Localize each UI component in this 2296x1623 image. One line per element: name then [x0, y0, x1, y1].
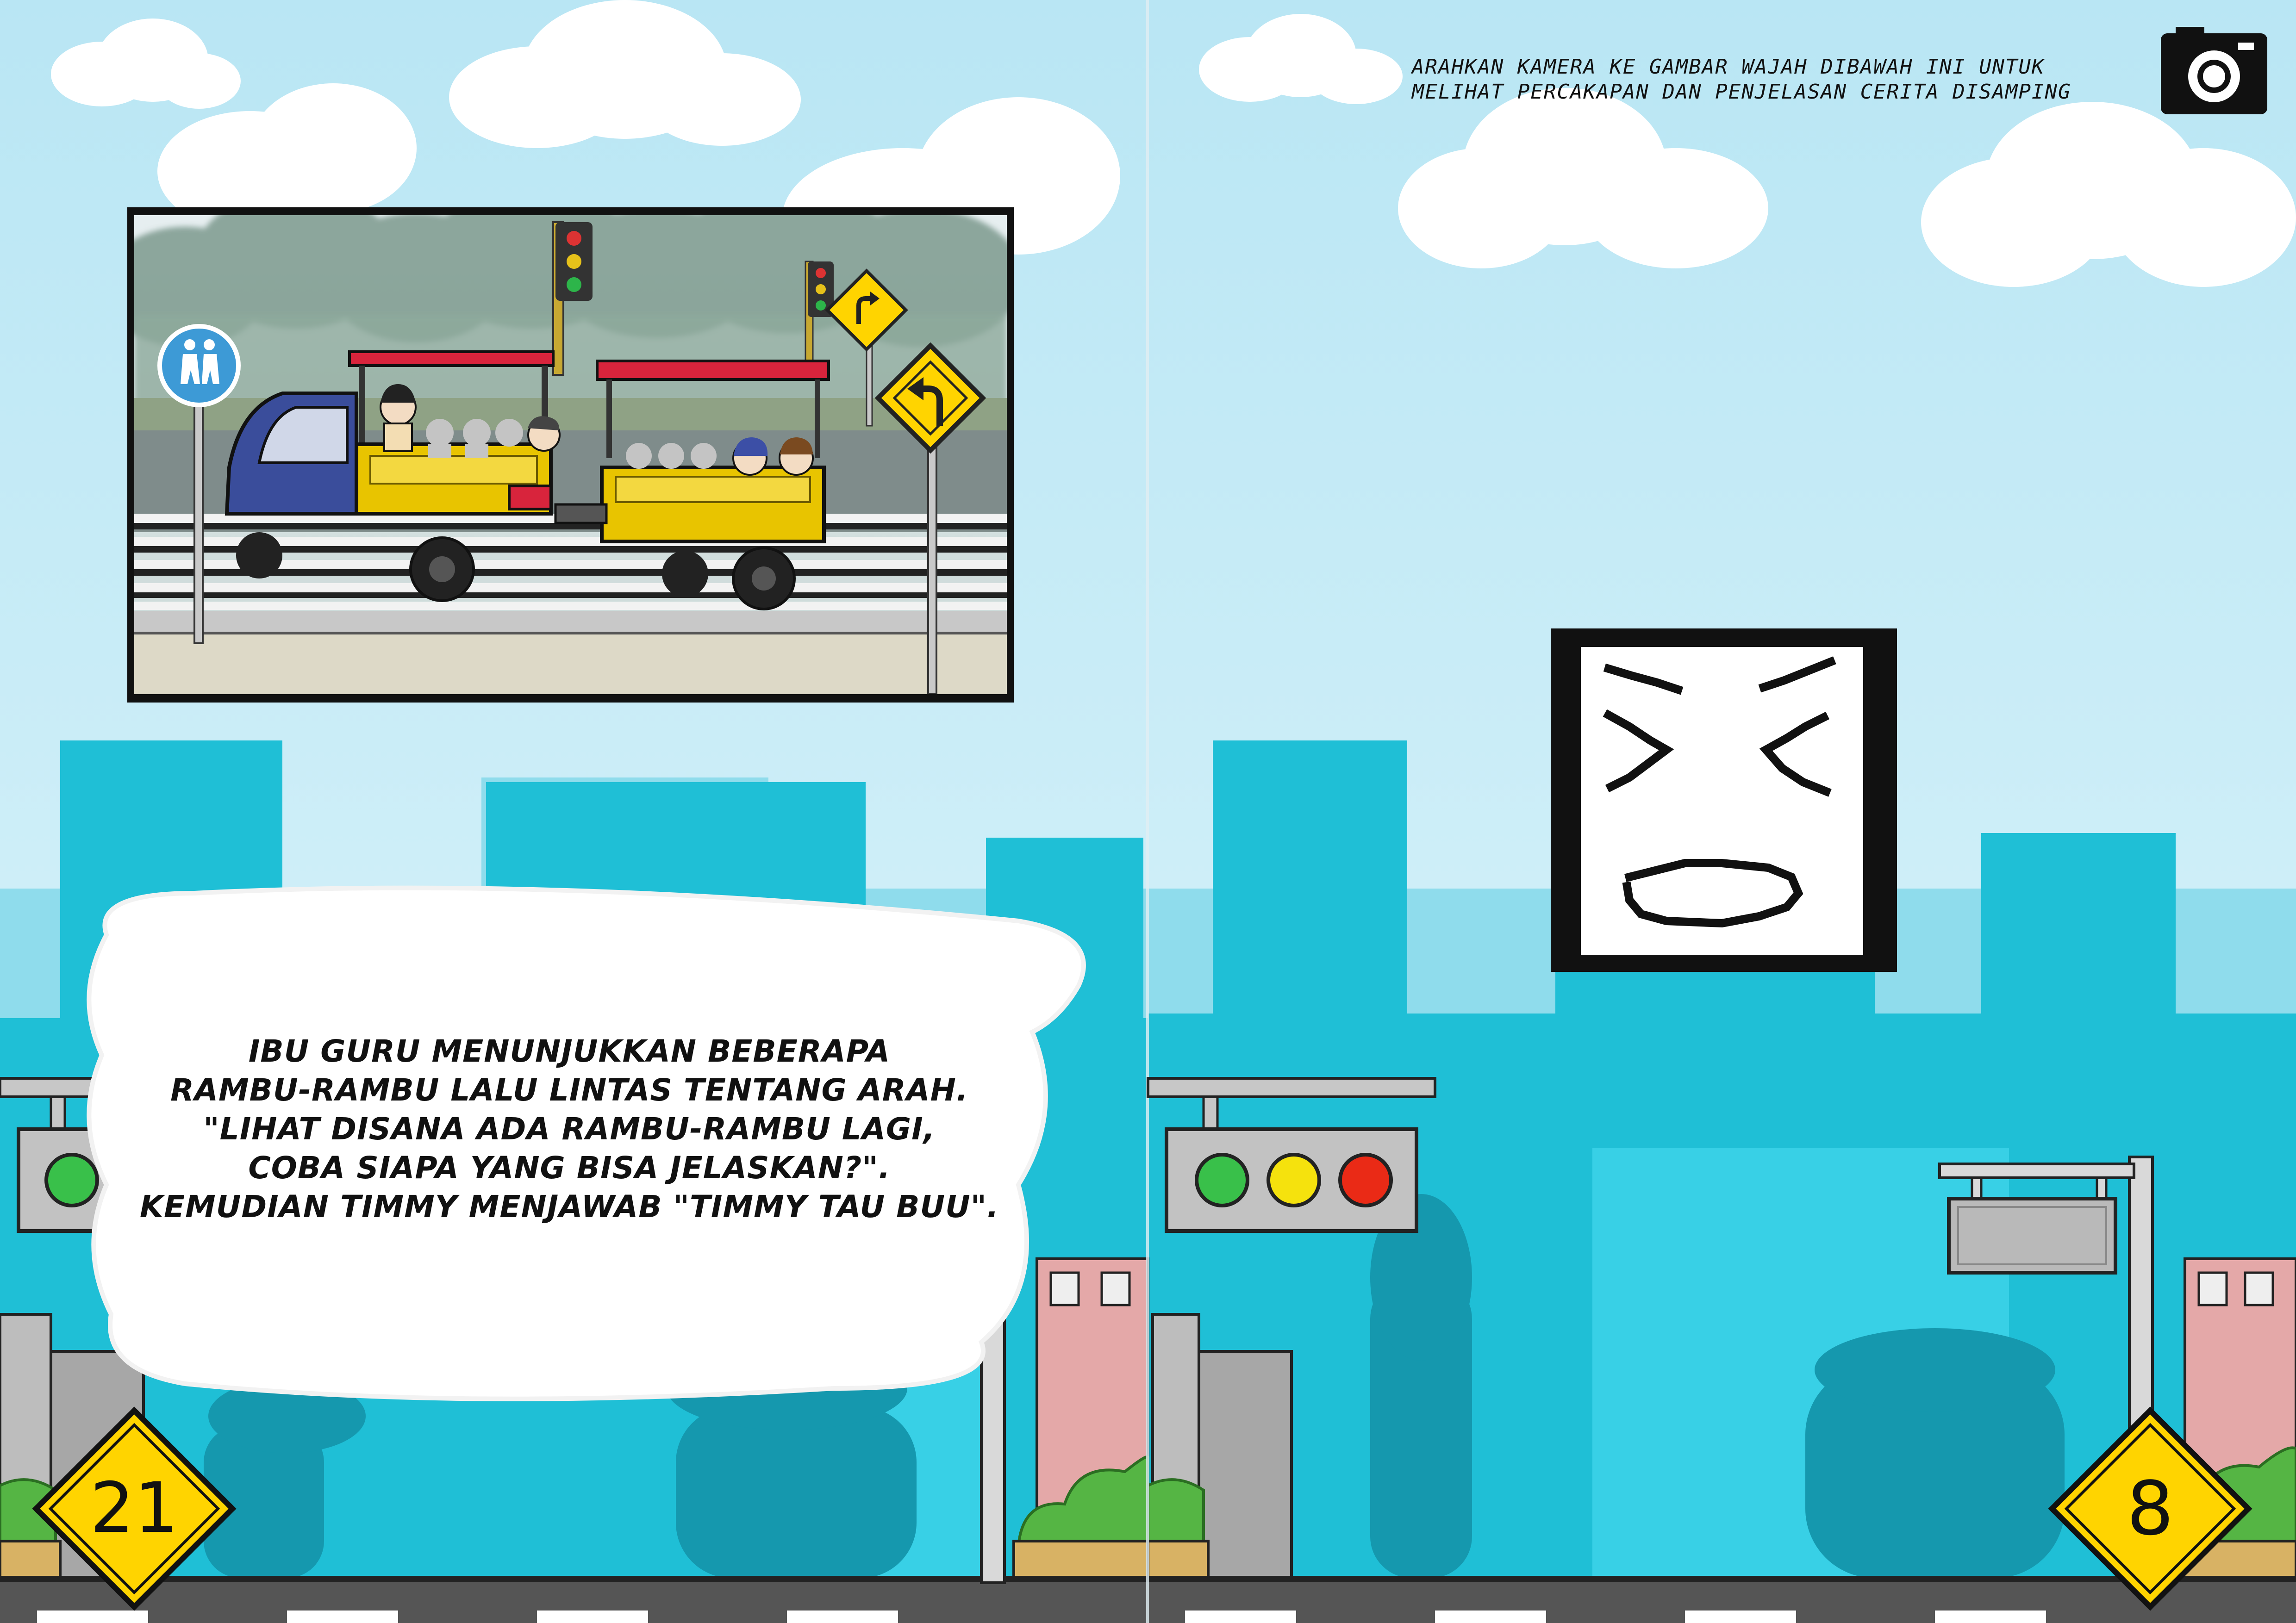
- instruction-line: ARAHKAN KAMERA KE GAMBAR WAJAH DIBAWAH I…: [1412, 55, 2045, 79]
- page-gutter: [1146, 0, 1149, 1623]
- narration-line: "LIHAT DISANA ADA RAMBU-RAMBU LAGI,: [203, 1111, 936, 1147]
- narration-line: KEMUDIAN TIMMY MENJAWAB "TIMMY TAU BUU".: [139, 1189, 999, 1225]
- story-illustration-panel: [127, 207, 1014, 703]
- camera-instruction: ARAHKAN KAMERA KE GAMBAR WAJAH DIBAWAH I…: [1412, 55, 2152, 105]
- page-number-right: 8: [2127, 1465, 2174, 1552]
- page-number-left: 21: [90, 1468, 179, 1548]
- instruction-line: MELIHAT PERCAKAPAN DAN PENJELASAN CERITA…: [1412, 80, 2071, 104]
- narration-line: RAMBU-RAMBU LALU LINTAS TENTANG ARAH.: [170, 1072, 968, 1108]
- narration-line: COBA SIAPA YANG BISA JELASKAN?".: [248, 1150, 891, 1186]
- camera-icon: [2161, 27, 2267, 114]
- comic-spread: 21 8: [0, 0, 2296, 1623]
- laughing-face-marker: [1551, 628, 1897, 972]
- narration-text: IBU GURU MENUNJUKKAN BEBERAPA RAMBU-RAMB…: [139, 1032, 1000, 1226]
- narration-line: IBU GURU MENUNJUKKAN BEBERAPA: [248, 1033, 891, 1069]
